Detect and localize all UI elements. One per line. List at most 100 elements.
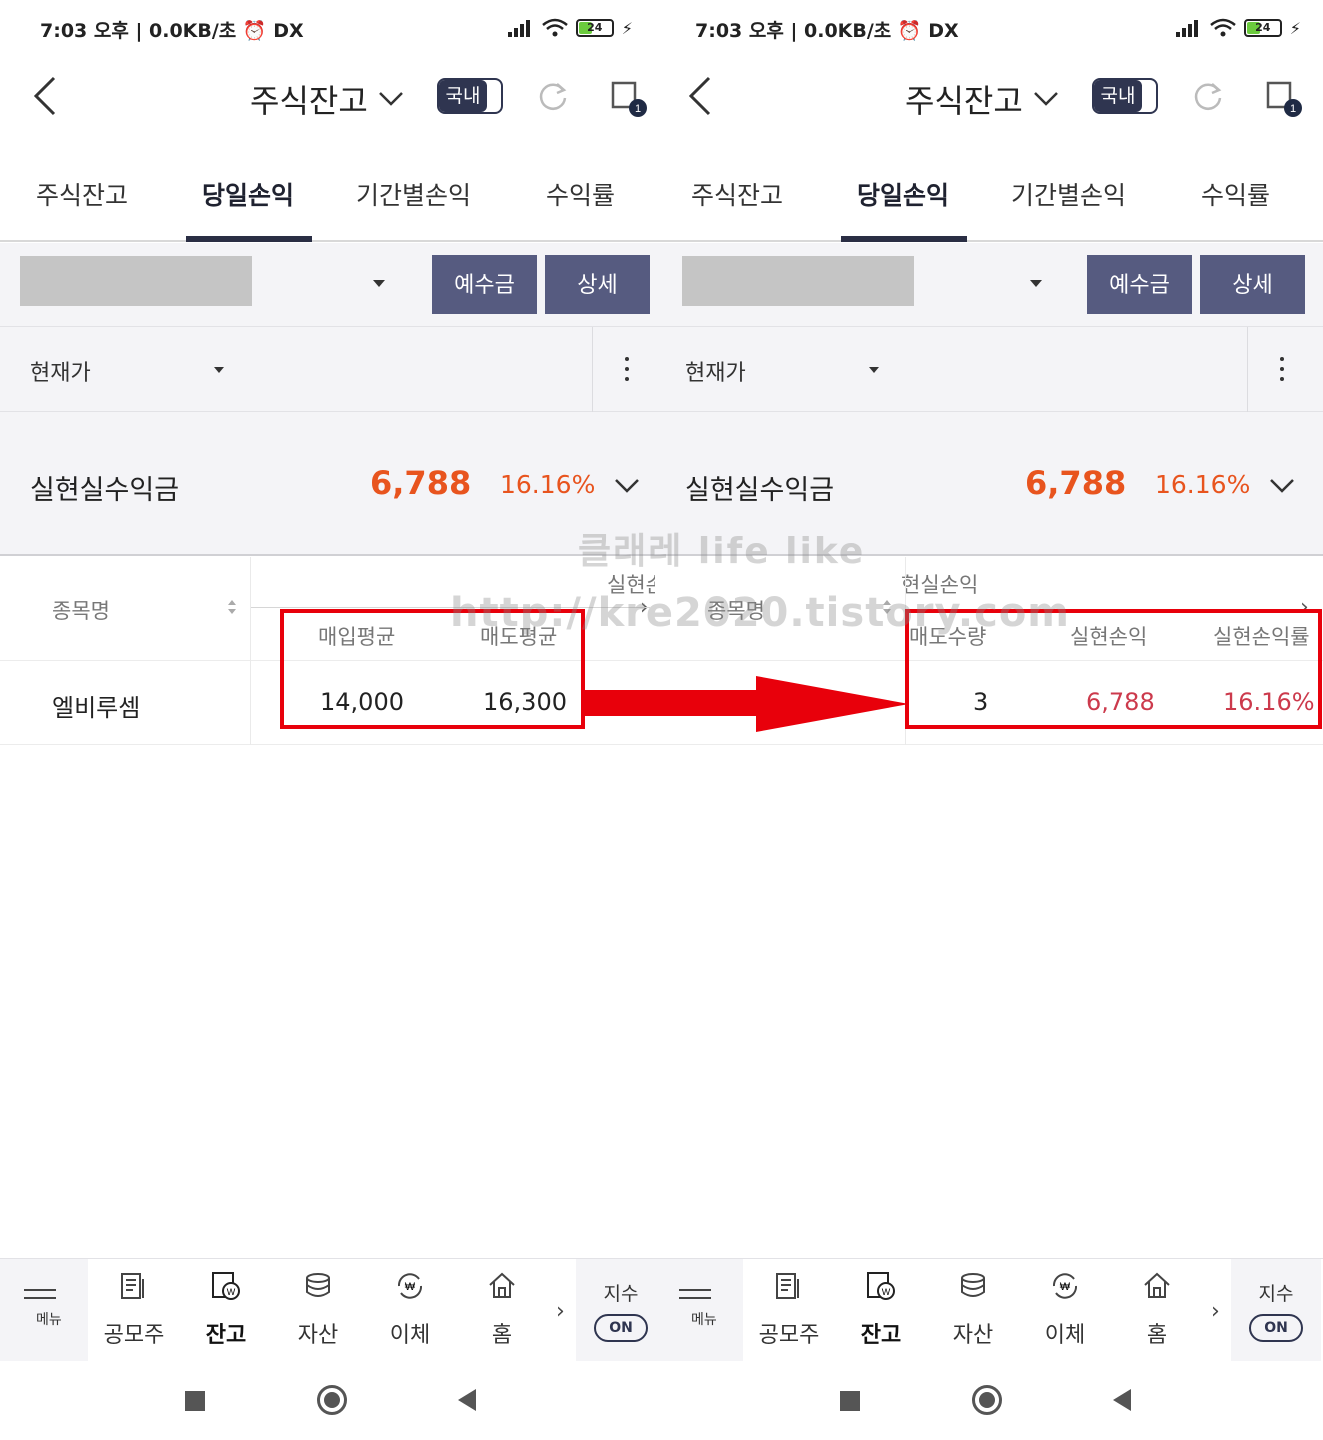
tab-return-rate[interactable]: 수익률: [1201, 176, 1270, 212]
nav-ipo[interactable]: 공모주: [88, 1259, 180, 1362]
sort-icon[interactable]: [882, 599, 892, 615]
col-buy-avg: 매입평균: [318, 625, 396, 649]
col-stock-name[interactable]: 종목명: [707, 595, 765, 625]
detail-button[interactable]: 상세: [1200, 255, 1305, 314]
home-circle-icon[interactable]: [317, 1385, 347, 1415]
more-options-icon[interactable]: [1275, 357, 1289, 385]
tab-return-rate[interactable]: 수익률: [546, 176, 615, 212]
account-dropdown-icon[interactable]: [373, 280, 385, 287]
menu-button[interactable]: 메뉴: [655, 1259, 743, 1362]
title-dropdown[interactable]: 주식잔고: [905, 76, 1059, 122]
hamburger-icon: [679, 1289, 711, 1309]
status-bar: 7:03 오후 | 0.0KB/초 ⏰ DX 24 ⚡: [655, 0, 1323, 58]
market-toggle[interactable]: 국내: [1092, 78, 1158, 114]
back-arrow-icon[interactable]: [685, 76, 717, 116]
price-dropdown-icon[interactable]: [869, 367, 879, 373]
more-options-icon[interactable]: [620, 357, 634, 385]
system-nav-bar: [655, 1361, 1323, 1440]
back-triangle-icon[interactable]: [1113, 1389, 1131, 1411]
ipo-icon: [121, 1273, 144, 1299]
nav-ipo[interactable]: 공모주: [743, 1259, 835, 1362]
summary-rate: 16.16%: [1155, 470, 1251, 499]
account-selector[interactable]: [682, 256, 914, 306]
market-toggle-label: 국내: [439, 80, 487, 112]
svg-text:W: W: [882, 1287, 891, 1297]
menu-button[interactable]: 메뉴: [0, 1259, 88, 1362]
back-triangle-icon[interactable]: [458, 1389, 476, 1411]
status-time: 7:03 오후 | 0.0KB/초: [695, 20, 892, 42]
tab-bar: 주식잔고 당일손익 기간별손익 수익률: [0, 160, 655, 242]
recent-apps-icon[interactable]: [185, 1391, 205, 1411]
hamburger-icon: [24, 1289, 56, 1309]
assets-icon: [961, 1273, 985, 1297]
dx-label: DX: [273, 20, 304, 42]
active-tab-indicator: [841, 236, 967, 242]
svg-text:1: 1: [635, 103, 641, 115]
transfer-icon: ₩: [1052, 1273, 1078, 1299]
refresh-icon[interactable]: [537, 80, 569, 112]
nav-assets[interactable]: 자산: [272, 1259, 364, 1362]
divider: [592, 327, 593, 412]
nav-transfer[interactable]: ₩ 이체: [364, 1259, 456, 1362]
price-selector[interactable]: 현재가: [30, 355, 91, 387]
expand-chevron-icon[interactable]: [614, 478, 640, 494]
wifi-icon: [541, 18, 568, 37]
col-stock-name[interactable]: 종목명: [52, 595, 110, 625]
nav-home[interactable]: 홈: [1111, 1259, 1203, 1362]
price-selector[interactable]: 현재가: [685, 355, 746, 387]
tab-daily-pl[interactable]: 당일손익: [857, 176, 949, 212]
wifi-icon: [1209, 18, 1236, 37]
table-row[interactable]: 엘비루셈 14,000 16,300: [0, 661, 655, 745]
tab-daily-pl[interactable]: 당일손익: [202, 176, 294, 212]
market-toggle[interactable]: 국내: [437, 78, 503, 114]
back-arrow-icon[interactable]: [30, 76, 62, 116]
index-toggle-cell[interactable]: 지수 ON: [576, 1259, 655, 1362]
tab-period-pl[interactable]: 기간별손익: [356, 176, 471, 212]
tab-period-pl[interactable]: 기간별손익: [1011, 176, 1126, 212]
detail-button[interactable]: 상세: [545, 255, 650, 314]
home-circle-icon[interactable]: [972, 1385, 1002, 1415]
charging-icon: ⚡: [621, 18, 633, 38]
account-dropdown-icon[interactable]: [1030, 280, 1042, 287]
expand-chevron-icon[interactable]: [1269, 478, 1295, 494]
windows-icon[interactable]: 1: [1265, 80, 1305, 120]
realized-summary: 실현실수익금 6,788 16.16%: [0, 412, 655, 556]
chevron-right-icon[interactable]: ›: [1300, 595, 1309, 620]
deposit-button[interactable]: 예수금: [1087, 255, 1192, 314]
tab-stock-balance[interactable]: 주식잔고: [36, 176, 128, 212]
nav-balance[interactable]: W 잔고: [180, 1259, 272, 1362]
bottom-nav: 메뉴 공모주 W 잔고 자산 ₩ 이체 홈 › 지수 ON: [655, 1258, 1323, 1362]
deposit-button[interactable]: 예수금: [432, 255, 537, 314]
index-toggle-cell[interactable]: 지수 ON: [1231, 1259, 1321, 1362]
refresh-icon[interactable]: [1192, 80, 1224, 112]
index-label: 지수: [603, 1283, 639, 1305]
assets-icon: [306, 1273, 330, 1297]
screen-left: 7:03 오후 | 0.0KB/초 ⏰ DX 24 ⚡ 주식잔고 국내 1 주식…: [0, 0, 655, 1440]
svg-text:1: 1: [1290, 103, 1296, 115]
nav-balance[interactable]: W 잔고: [835, 1259, 927, 1362]
summary-rate: 16.16%: [500, 470, 596, 499]
divider: [1247, 327, 1248, 412]
price-dropdown-icon[interactable]: [214, 367, 224, 373]
account-selector[interactable]: [20, 256, 252, 306]
title-dropdown[interactable]: 주식잔고: [250, 76, 404, 122]
windows-icon[interactable]: 1: [610, 80, 650, 120]
signal-icon: [1175, 19, 1202, 37]
chevron-right-icon[interactable]: ›: [556, 1299, 565, 1324]
battery-icon: 24: [575, 19, 614, 37]
recent-apps-icon[interactable]: [840, 1391, 860, 1411]
tab-stock-balance[interactable]: 주식잔고: [691, 176, 783, 212]
svg-text:₩: ₩: [405, 1281, 416, 1293]
nav-transfer[interactable]: ₩ 이체: [1019, 1259, 1111, 1362]
market-toggle-label: 국내: [1094, 80, 1142, 112]
nav-assets[interactable]: 자산: [927, 1259, 1019, 1362]
index-toggle[interactable]: ON: [1249, 1314, 1303, 1342]
sort-icon[interactable]: [227, 599, 237, 615]
transfer-icon: ₩: [397, 1273, 423, 1299]
chevron-right-icon[interactable]: ›: [1211, 1299, 1220, 1324]
index-toggle[interactable]: ON: [594, 1314, 648, 1342]
nav-home[interactable]: 홈: [456, 1259, 548, 1362]
page-title: 주식잔고: [905, 82, 1023, 120]
cell-sell-avg: 16,300: [483, 688, 567, 716]
divider: [250, 557, 251, 745]
